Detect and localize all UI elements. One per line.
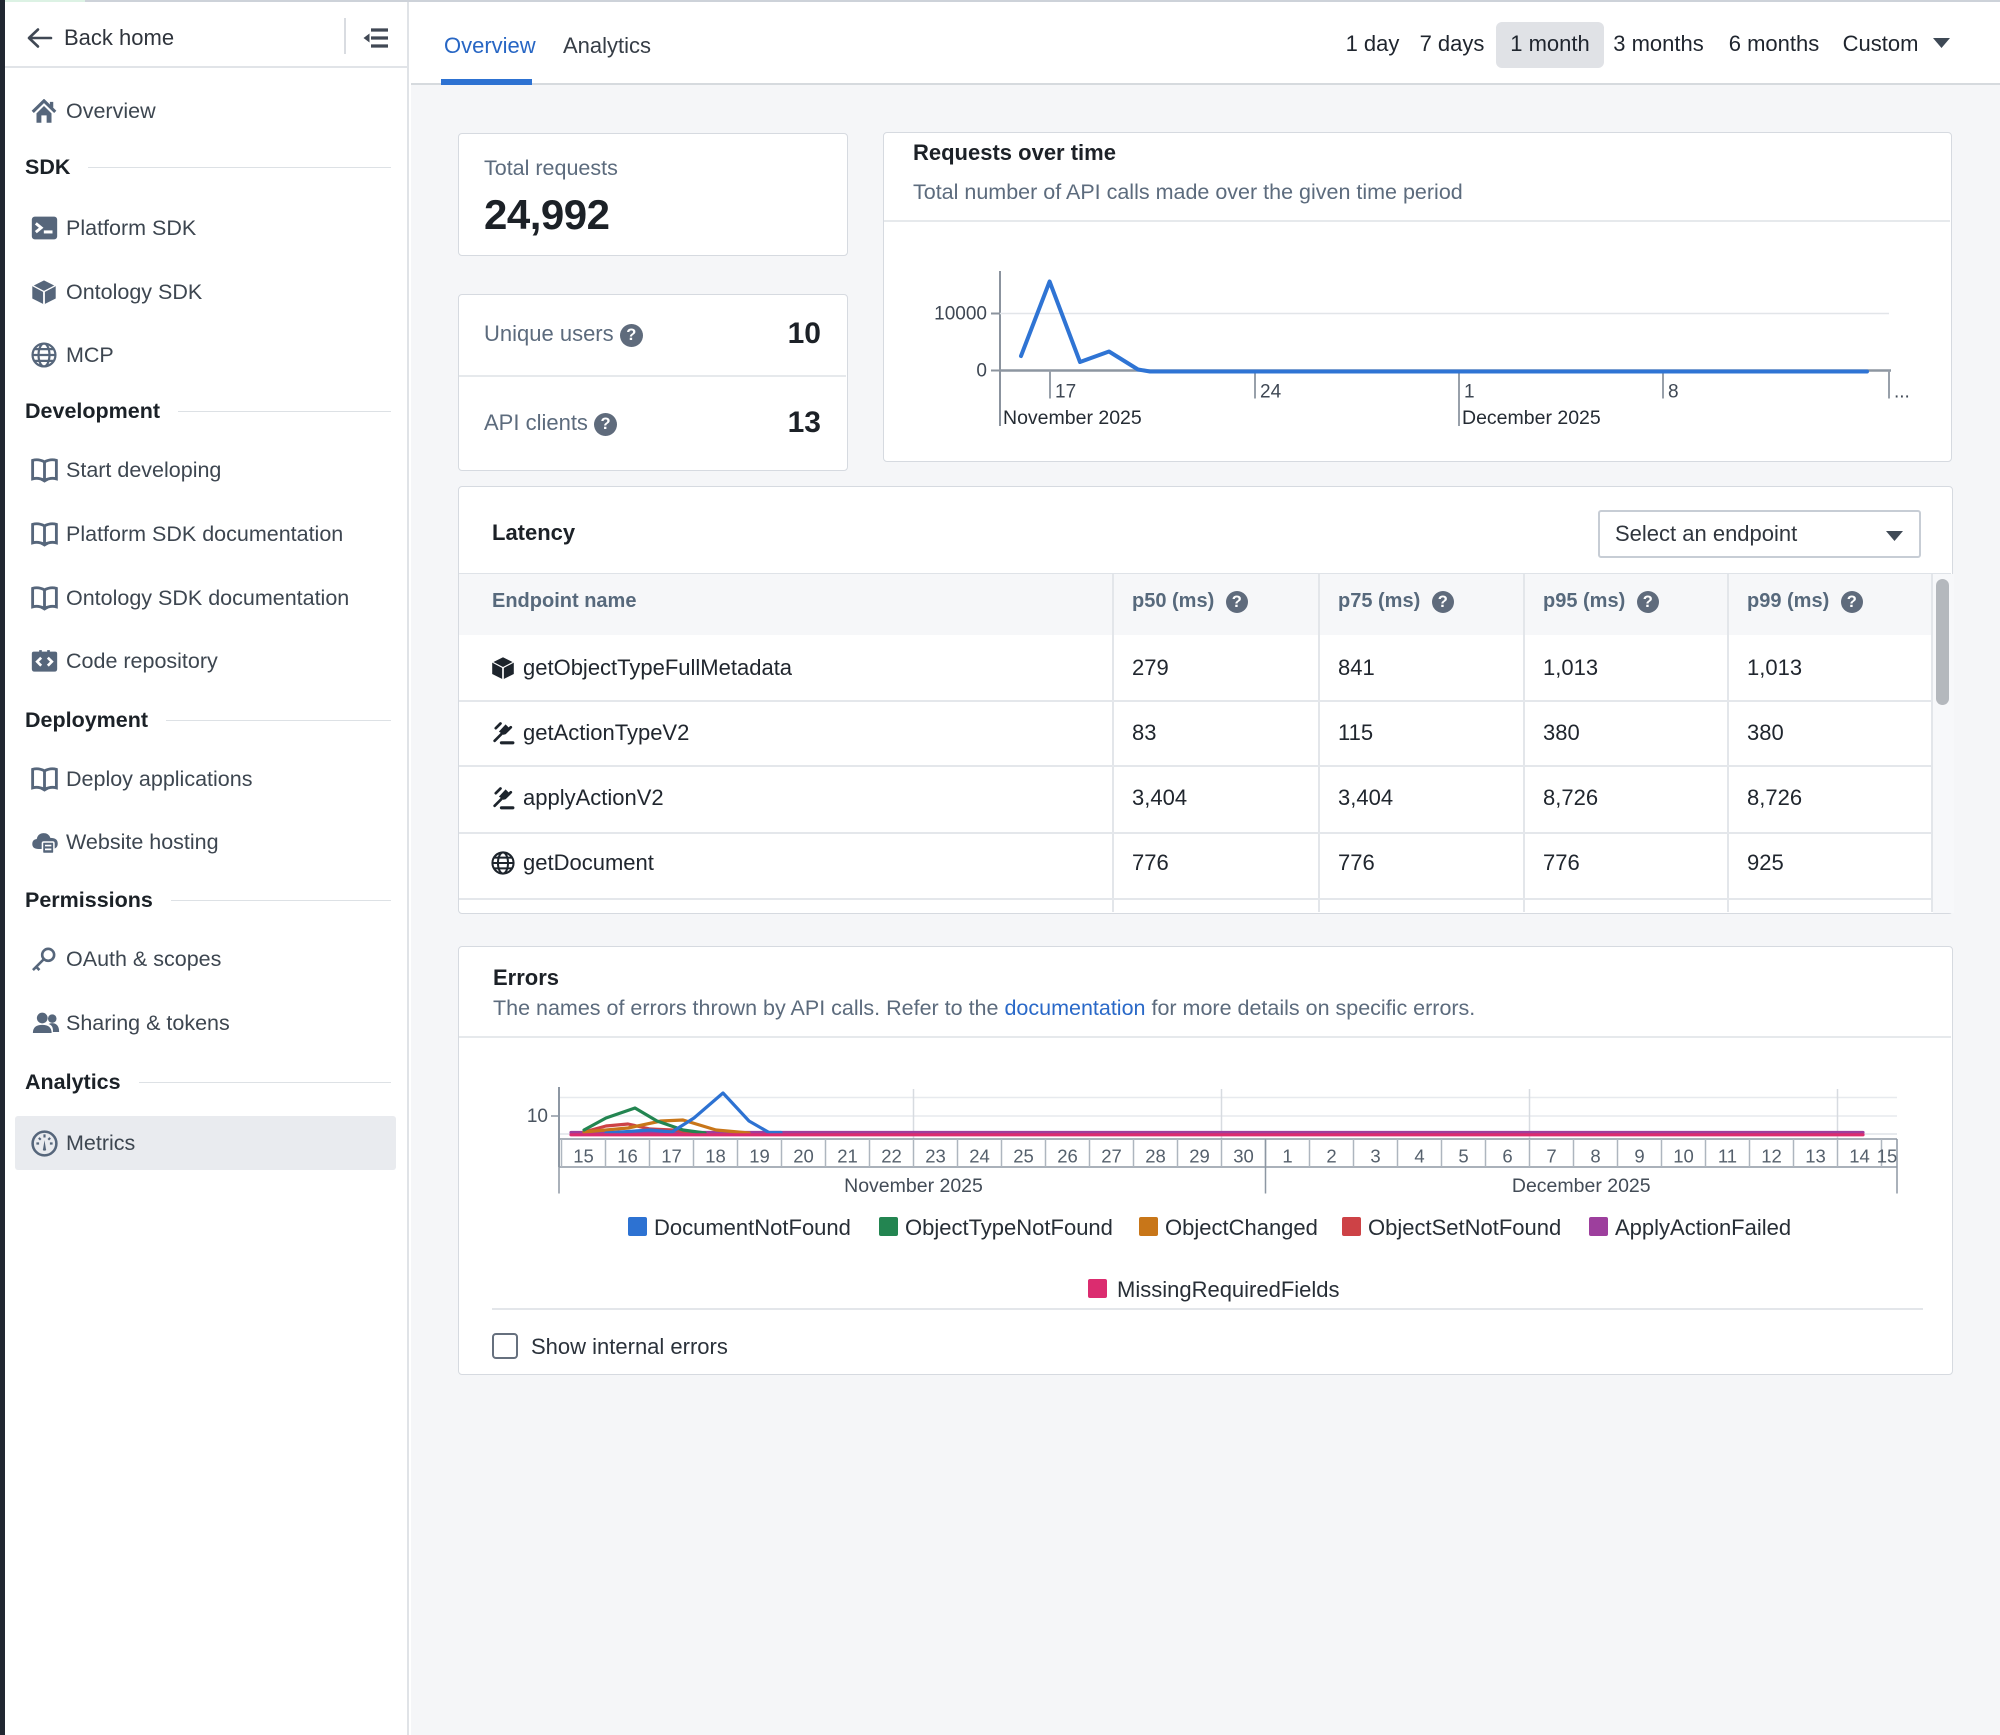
svg-text:21: 21 [837, 1146, 858, 1167]
svg-text:December 2025: December 2025 [1462, 407, 1601, 429]
svg-text:December 2025: December 2025 [1512, 1175, 1651, 1197]
svg-text:27: 27 [1101, 1146, 1122, 1167]
svg-text:November 2025: November 2025 [1003, 407, 1142, 429]
svg-text:10000: 10000 [934, 304, 987, 325]
svg-text:14: 14 [1849, 1146, 1870, 1167]
svg-text:15: 15 [573, 1146, 594, 1167]
svg-text:3: 3 [1370, 1146, 1380, 1167]
svg-text:...: ... [1894, 382, 1910, 403]
svg-text:1: 1 [1464, 382, 1475, 403]
svg-text:17: 17 [661, 1146, 682, 1167]
svg-text:7: 7 [1546, 1146, 1556, 1167]
svg-text:1: 1 [1282, 1146, 1292, 1167]
svg-text:8: 8 [1590, 1146, 1600, 1167]
svg-text:2: 2 [1326, 1146, 1336, 1167]
svg-text:30: 30 [1233, 1146, 1254, 1167]
svg-text:16: 16 [617, 1146, 638, 1167]
svg-text:13: 13 [1805, 1146, 1826, 1167]
svg-text:23: 23 [925, 1146, 946, 1167]
svg-text:8: 8 [1668, 382, 1679, 403]
svg-text:15: 15 [1877, 1146, 1898, 1167]
svg-text:10: 10 [1673, 1146, 1694, 1167]
svg-text:26: 26 [1057, 1146, 1078, 1167]
svg-text:20: 20 [793, 1146, 814, 1167]
svg-text:November 2025: November 2025 [844, 1175, 983, 1197]
svg-text:0: 0 [976, 361, 987, 382]
svg-text:9: 9 [1634, 1146, 1644, 1167]
svg-text:5: 5 [1458, 1146, 1468, 1167]
svg-text:11: 11 [1718, 1146, 1737, 1167]
svg-text:29: 29 [1189, 1146, 1210, 1167]
svg-text:10: 10 [527, 1106, 548, 1127]
svg-text:24: 24 [969, 1146, 990, 1167]
svg-text:25: 25 [1013, 1146, 1034, 1167]
svg-text:4: 4 [1414, 1146, 1424, 1167]
svg-text:12: 12 [1761, 1146, 1782, 1167]
svg-text:22: 22 [881, 1146, 902, 1167]
svg-text:28: 28 [1145, 1146, 1166, 1167]
svg-text:6: 6 [1502, 1146, 1512, 1167]
svg-text:19: 19 [749, 1146, 770, 1167]
svg-text:17: 17 [1055, 382, 1076, 403]
svg-text:18: 18 [705, 1146, 726, 1167]
svg-text:24: 24 [1260, 382, 1282, 403]
